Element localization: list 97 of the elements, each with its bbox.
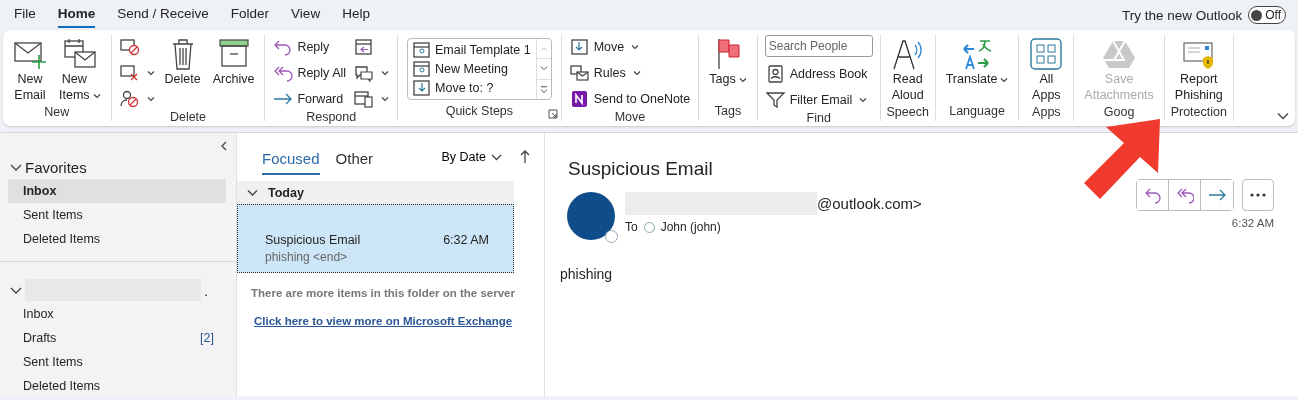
ribbon-button[interactable]: New Email [8,35,52,105]
ribbon-button[interactable]: All Apps [1024,35,1069,105]
list-tab[interactable]: Other [335,139,374,175]
ribbon-button[interactable]: Address Book [762,62,875,85]
folder-item[interactable]: Inbox [8,179,226,203]
calendar-envelope-icon [62,37,97,71]
group-label: Apps [1032,105,1061,119]
ribbon-button[interactable]: Send to OneNote [566,87,694,110]
group-label: Speech [886,105,929,119]
quick-step[interactable]: New Meeting [411,59,533,79]
ribbon-button[interactable]: Rules [566,61,694,84]
unread-count: [2] [200,331,214,345]
to-label: To [625,220,638,234]
menu-tab[interactable]: Folder [230,2,270,28]
menu-tab[interactable]: Home [57,2,96,28]
ribbon-button[interactable]: Move [566,35,694,58]
ribbon-button[interactable]: Filter Email [762,88,875,111]
reply-button[interactable] [1137,180,1169,210]
chevron-down-icon [247,188,258,197]
filter-icon [765,90,786,109]
message-preview: phishing <end> [265,250,349,264]
message-time: 6:32 AM [443,233,489,247]
chevron-down-icon [491,153,502,161]
ignore-icon [119,37,140,56]
reply-icon [1143,186,1162,204]
folder-item[interactable]: Inbox [8,302,226,326]
menu-tab[interactable]: View [291,2,321,28]
quick-step[interactable]: Email Template 1 [411,40,533,60]
group-label: Goog [1103,105,1135,119]
exchange-link[interactable]: Click here to view more on Microsoft Exchange [254,315,513,327]
folder-move-icon [569,37,590,56]
avatar [567,192,615,240]
ribbon-button[interactable]: Forward [270,87,350,110]
rules-icon [569,63,590,82]
address-book-icon [765,64,786,83]
calendar-people-icon [413,61,432,77]
group-label: Delete [169,110,207,124]
menu-tab[interactable]: Send / Receive [117,2,209,28]
sort-button[interactable]: By Date [435,149,508,165]
ribbon-button[interactable]: Delete [159,35,206,89]
folder-item[interactable]: Deleted Items [8,227,226,251]
presence-icon [605,230,618,243]
email-subject: Suspicious Email [568,158,714,180]
group-label: Find [806,111,831,125]
ribbon-button[interactable]: Read Aloud [885,35,930,105]
group-label: New [44,105,70,119]
message-subject: Suspicious Email [265,233,361,247]
group-label: Protection [1170,105,1227,119]
new-outlook-label: Try the new Outlook [1121,7,1243,23]
ribbon-button[interactable]: Translate [940,35,1014,89]
ribbon-button[interactable]: Reply [270,35,350,58]
ribbon-button[interactable]: Tags [704,35,752,89]
group-label: Language [949,104,1005,118]
folder-item[interactable]: Sent Items [8,350,226,374]
folder-item[interactable]: Deleted Items [8,374,226,396]
server-notice: There are more items in this folder on the server [251,287,516,299]
menu-tab[interactable]: Help [342,2,370,28]
ribbon-button[interactable]: Report Phishing [1169,35,1228,105]
ribbon-button[interactable]: Reply All [270,61,350,84]
ribbon-button[interactable]: Archive [207,35,260,89]
search-people-field[interactable]: Search People [764,35,873,57]
group-header[interactable]: Today [237,181,514,204]
folder-move-icon [413,80,432,97]
collapse-pane-icon[interactable] [220,141,228,151]
reply-all-icon [1175,186,1194,204]
toggle-switch[interactable]: Off [1248,6,1286,24]
group-label: Tags [714,104,742,118]
folder-item[interactable]: Drafts [2] [8,326,226,350]
section-header[interactable]: Favorites [25,158,87,176]
list-tab[interactable]: Focused [262,139,320,175]
calendar-reply-icon [354,37,375,56]
email-time: 6:32 AM [1231,217,1274,229]
section-header[interactable]: . [204,281,209,299]
calendar-phone-icon [354,89,375,108]
more-icon [1250,193,1266,197]
dialog-launcher-icon[interactable] [547,109,558,119]
chevron-down-icon[interactable] [10,162,22,172]
chat-icon [354,63,375,82]
clean-up-icon [119,63,140,82]
menu-tab[interactable]: File [14,2,36,28]
group-label: Move [614,110,646,124]
onenote-icon [569,89,590,108]
sort-arrow-icon[interactable] [520,150,530,164]
person-block-icon [119,89,140,108]
ribbon-button[interactable]: New Items [54,35,106,105]
folder-item[interactable]: Sent Items [8,203,226,227]
message-item[interactable]: Suspicious Email 6:32 AM phishing <end> [237,204,514,273]
apps-grid-icon [1029,37,1064,71]
calendar-people-icon [413,41,432,58]
collapse-ribbon-icon[interactable] [1277,112,1289,120]
recipient: John (john) [660,220,721,234]
email-body: phishing [560,266,614,282]
quick-step[interactable]: Move to: ? [411,78,533,98]
read-aloud-icon [890,37,925,71]
group-label: Respond [306,110,357,124]
group-label: Quick Steps [445,104,514,118]
sender-address: @outlook.com> [817,195,922,212]
